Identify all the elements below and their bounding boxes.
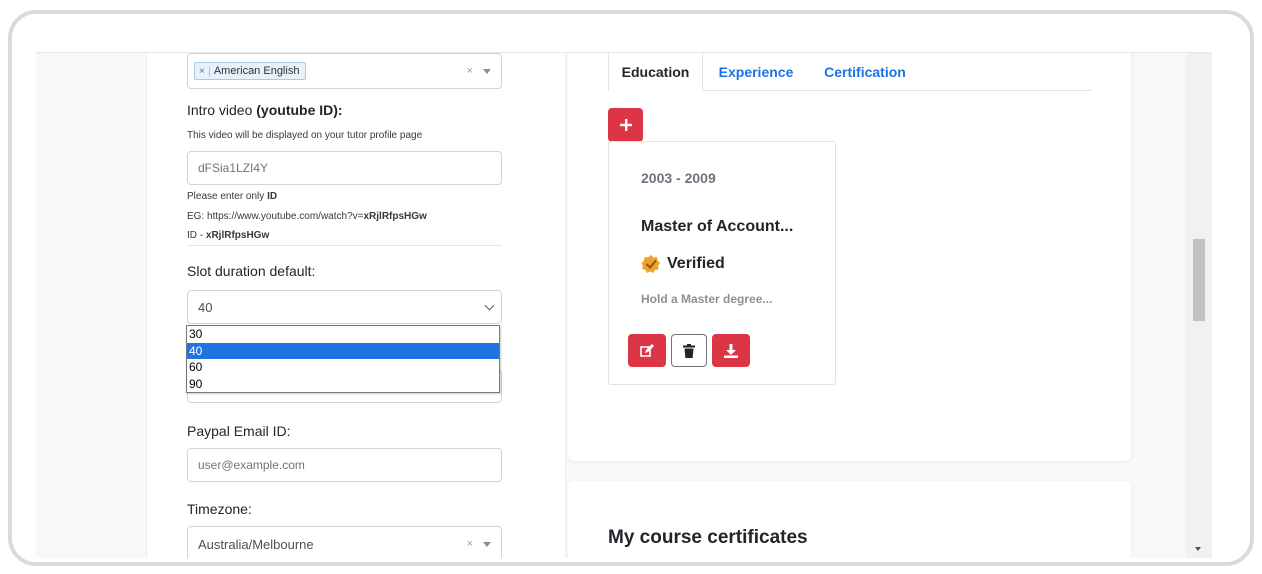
enter-id-hint: Please enter only ID <box>187 191 278 202</box>
tab-experience[interactable]: Experience <box>712 53 800 91</box>
trash-icon <box>683 343 695 358</box>
edit-icon <box>640 343 654 357</box>
qualifications-card: Education Experience Certification 2003 … <box>568 53 1131 461</box>
clear-icon[interactable]: × <box>467 538 473 550</box>
profile-form-panel: × American English × Intro video (youtub… <box>146 53 566 558</box>
slot-duration-label: Slot duration default: <box>187 263 316 279</box>
page-scrollbar[interactable] <box>1186 53 1212 558</box>
download-icon <box>724 343 738 358</box>
divider <box>187 245 502 246</box>
timezone-value: Australia/Melbourne <box>198 536 314 552</box>
chevron-down-icon <box>484 300 495 311</box>
edit-education-button[interactable] <box>628 334 666 367</box>
plus-icon <box>619 119 632 131</box>
id-example-hint: ID - xRjlRfpsHGw <box>187 230 270 241</box>
language-select[interactable]: × American English × <box>187 53 502 89</box>
language-tag-label: American English <box>213 65 300 77</box>
select-controls: × <box>467 65 491 77</box>
tab-certification[interactable]: Certification <box>812 53 918 91</box>
language-tag: × American English <box>194 62 307 80</box>
slot-option[interactable]: 30 <box>187 326 499 343</box>
clear-icon[interactable]: × <box>467 65 473 77</box>
qualification-tabs: Education Experience Certification <box>608 53 1092 91</box>
slot-duration-value: 40 <box>198 299 213 315</box>
education-description: Hold a Master degree... <box>641 292 773 306</box>
timezone-label: Timezone: <box>187 501 252 517</box>
add-education-button[interactable] <box>608 108 643 142</box>
paypal-email-input[interactable]: user@example.com <box>187 448 502 482</box>
page-viewport: × American English × Intro video (youtub… <box>36 52 1212 558</box>
example-url-hint: EG: https://www.youtube.com/watch?v=xRjl… <box>187 211 427 222</box>
verified-status: Verified <box>641 254 725 274</box>
paypal-email-label: Paypal Email ID: <box>187 423 291 439</box>
verified-label: Verified <box>667 255 725 272</box>
caret-down-icon[interactable] <box>483 68 491 74</box>
youtube-id-value: dFSia1LZI4Y <box>198 161 269 175</box>
verified-badge-icon <box>641 255 660 273</box>
slot-option[interactable]: 60 <box>187 359 499 376</box>
intro-video-label: Intro video (youtube ID): <box>187 102 343 118</box>
youtube-id-input[interactable]: dFSia1LZI4Y <box>187 151 502 185</box>
education-years: 2003 - 2009 <box>641 170 716 186</box>
course-certificates-title: My course certificates <box>608 527 808 548</box>
download-education-button[interactable] <box>712 334 750 367</box>
timezone-select[interactable]: Australia/Melbourne × <box>187 526 502 558</box>
scrollbar-thumb[interactable] <box>1193 239 1205 321</box>
course-certificates-card: My course certificates <box>568 481 1131 558</box>
education-item-card: 2003 - 2009 Master of Account... Verifie… <box>608 141 836 385</box>
tag-remove-icon[interactable]: × <box>199 65 210 77</box>
delete-education-button[interactable] <box>671 334 707 367</box>
slot-duration-select[interactable]: 40 <box>187 290 502 324</box>
screenshot-frame: × American English × Intro video (youtub… <box>8 10 1254 566</box>
select-controls: × <box>467 538 491 550</box>
paypal-email-placeholder: user@example.com <box>198 458 305 472</box>
slot-option[interactable]: 90 <box>187 376 499 393</box>
slot-duration-dropdown[interactable]: 30 40 60 90 <box>186 325 500 393</box>
scroll-down-arrow-icon[interactable] <box>1195 547 1201 551</box>
intro-video-help: This video will be displayed on your tut… <box>187 130 423 141</box>
education-title: Master of Account... <box>641 218 794 235</box>
tab-education[interactable]: Education <box>608 53 703 91</box>
caret-down-icon[interactable] <box>483 541 491 547</box>
slot-option-selected[interactable]: 40 <box>187 342 499 359</box>
